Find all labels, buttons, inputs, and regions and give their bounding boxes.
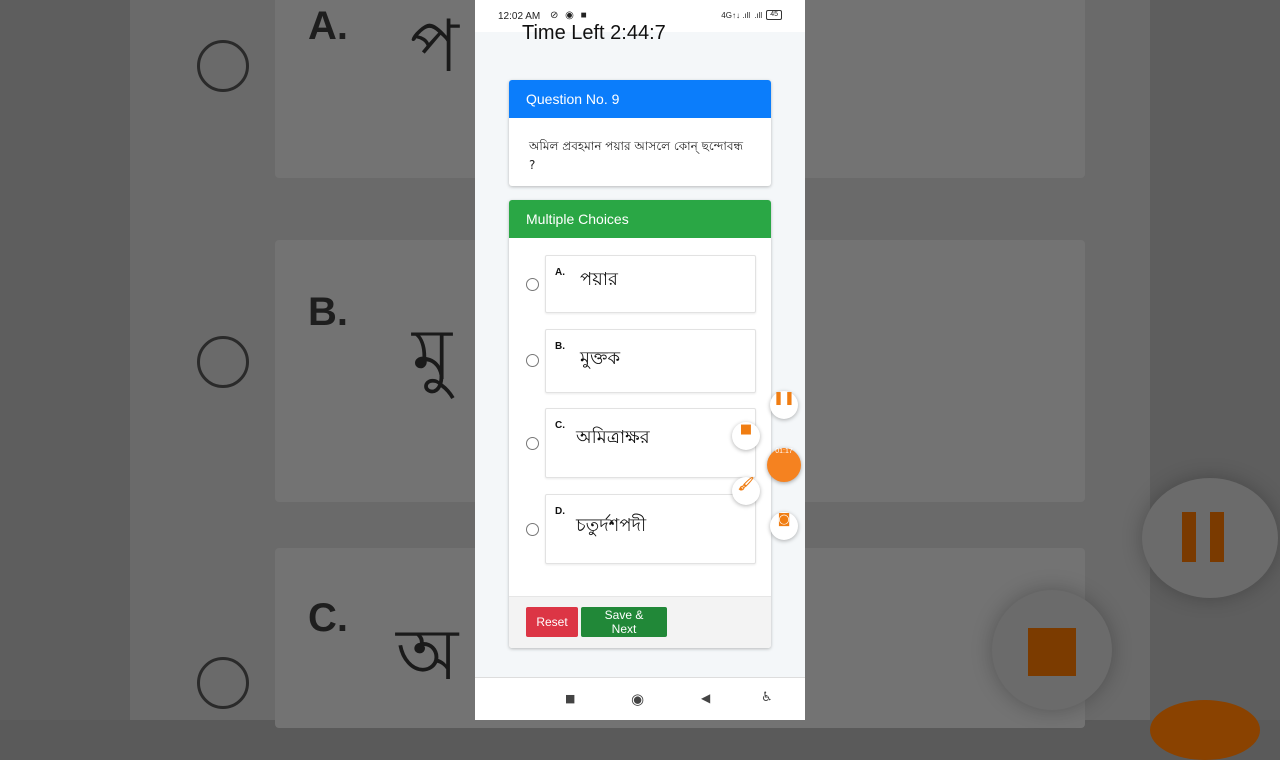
recorder-timer-button[interactable]: 01:17 [767,448,801,482]
background-radio-a [197,40,249,92]
choice-box-c[interactable]: C. অমিত্রাক্ষর [545,408,756,478]
choice-radio-a[interactable] [526,278,539,291]
question-text: অমিল প্রবহমান পয়ার আসলে কোন্ ছন্দোবন্ধ … [529,139,744,172]
notification-icons: ⊘ ◉ ■ [550,10,589,21]
choice-letter: A. [555,267,565,278]
background-pause-fab [1142,478,1278,598]
choices-card: Multiple Choices A. পয়ার B. মুক্তক C. অ… [509,200,771,648]
status-right-icons: 4G↑↓ .ıll .ıll 45 [721,10,782,20]
question-card: Question No. 9 অমিল প্রবহমান পয়ার আসলে … [509,80,771,186]
background-letter-a: A. [308,4,348,48]
choice-box-a[interactable]: A. পয়ার [545,255,756,313]
choice-letter: D. [555,506,565,517]
recorder-brush-icon[interactable]: 🖌 [732,477,760,505]
background-radio-c [197,657,249,709]
reset-button[interactable]: Reset [526,607,578,637]
status-time: 12:02 AM [498,11,541,22]
recorder-stop-icon[interactable]: ■ [732,422,760,450]
battery-icon: 45 [766,10,782,20]
choice-radio-b[interactable] [526,354,539,367]
recorder-pause-icon[interactable]: ❚❚ [770,391,798,419]
choice-box-d[interactable]: D. চতুর্দশপদী [545,494,756,564]
signal-icon: 4G↑↓ .ıll [721,10,751,20]
background-stop-fab [992,590,1112,710]
multiple-choices-header: Multiple Choices [509,200,771,238]
recorder-camera-icon[interactable]: ◙ [770,512,798,540]
save-next-button[interactable]: Save & Next [581,607,667,637]
background-timer-fab [1150,700,1260,760]
home-icon[interactable]: ◉ [631,690,644,708]
accessibility-icon[interactable]: ♿ [761,690,773,705]
background-letter-b: B. [308,290,348,334]
phone-screen: 12:02 AM ⊘ ◉ ■ 4G↑↓ .ıll .ıll 45 Time Le… [475,0,805,720]
choice-option-c[interactable]: C. অমিত্রাক্ষর [509,408,771,478]
choice-radio-d[interactable] [526,523,539,536]
choice-letter: C. [555,420,565,431]
choice-box-b[interactable]: B. মুক্তক [545,329,756,393]
choices-footer: Reset Save & Next [509,596,771,648]
choice-text: অমিত্রাক্ষর [576,427,650,448]
background-text-a: প [410,4,459,88]
choice-text: চতুর্দশপদী [576,515,647,536]
background-letter-c: C. [308,596,348,640]
choice-option-d[interactable]: D. চতুর্দশপদী [509,494,771,564]
time-left-label: Time Left 2:44:7 [522,22,666,44]
signal-icon-2: .ıll [754,10,763,20]
choice-option-a[interactable]: A. পয়ার [509,255,771,313]
choice-text: পয়ার [580,269,618,290]
choice-radio-c[interactable] [526,437,539,450]
choice-text: মুক্তক [580,348,621,369]
android-nav-bar: ■ ◉ ◀ ♿ [475,677,805,720]
choice-option-b[interactable]: B. মুক্তক [509,329,771,393]
choice-letter: B. [555,341,565,352]
question-number-header: Question No. 9 [509,80,771,118]
background-radio-b [197,336,249,388]
back-icon[interactable]: ◀ [701,691,710,705]
background-text-b: মু [412,312,452,396]
recents-icon[interactable]: ■ [565,692,575,705]
background-text-c: অ [396,612,459,696]
